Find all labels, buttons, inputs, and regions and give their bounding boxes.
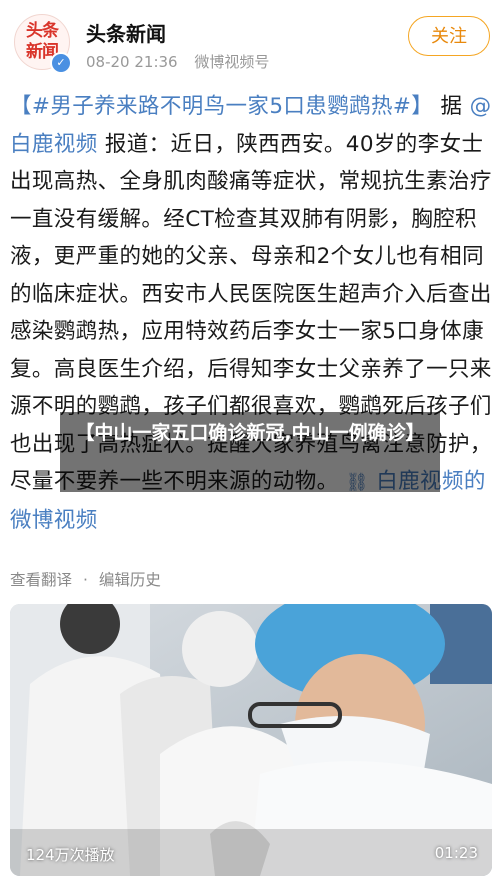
post-date: 08-20 21:36 (86, 53, 178, 71)
separator: · (82, 571, 88, 589)
translate-link[interactable]: 查看翻译 (10, 571, 72, 589)
post-meta: 08-20 21:36 微博视频号 (86, 51, 281, 72)
edit-history-link[interactable]: 编辑历史 (99, 571, 161, 589)
source-name[interactable]: 头条新闻 (86, 18, 166, 47)
follow-button[interactable]: 关注 (408, 16, 490, 56)
post-text-segment: 据 (440, 94, 463, 119)
video-player[interactable]: 124万次播放 01:23 (10, 604, 492, 876)
video-duration: 01:23 (434, 844, 478, 862)
video-thumbnail (10, 604, 492, 876)
post-via[interactable]: 微博视频号 (194, 53, 269, 71)
post-header: 头条新闻 ✓ 头条新闻 08-20 21:36 微博视频号 关注 (0, 0, 500, 82)
verified-icon: ✓ (50, 52, 72, 74)
view-count: 124万次播放 (26, 846, 115, 864)
caption-text: 【中山一家五口确诊新冠,中山一例确诊】 (75, 422, 425, 444)
caption-overlay: 【中山一家五口确诊新冠,中山一例确诊】 (60, 412, 440, 492)
post-footer: 查看翻译 · 编辑历史 (10, 568, 167, 590)
hashtag-link[interactable]: 【#男子养来路不明鸟一家5口患鹦鹉热#】 (10, 94, 433, 119)
